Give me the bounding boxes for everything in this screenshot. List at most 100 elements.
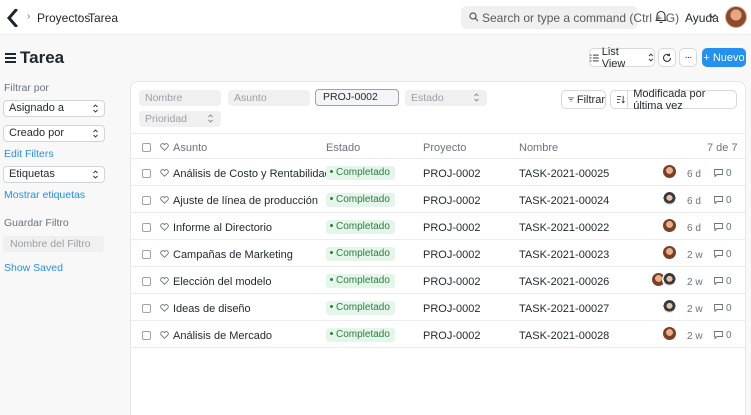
created-by-select[interactable]: Creado por xyxy=(3,125,105,142)
heart-icon[interactable] xyxy=(160,223,169,231)
select-arrows-icon xyxy=(474,93,479,102)
heart-icon[interactable] xyxy=(160,169,169,177)
heart-icon[interactable] xyxy=(160,331,169,339)
task-name: TASK-2021-00022 xyxy=(519,222,610,234)
task-name: TASK-2021-00025 xyxy=(519,168,610,180)
comment-icon xyxy=(714,169,723,177)
row-checkbox[interactable] xyxy=(142,304,151,313)
chevron-down-icon[interactable] xyxy=(709,14,716,19)
row-checkbox[interactable] xyxy=(142,196,151,205)
user-avatar[interactable] xyxy=(725,6,747,28)
row-checkbox[interactable] xyxy=(142,331,151,340)
task-project: PROJ-0002 xyxy=(423,168,481,180)
status-badge: Completado xyxy=(326,193,395,207)
search-icon xyxy=(469,12,479,22)
task-project: PROJ-0002 xyxy=(423,249,481,261)
assignee-avatar[interactable] xyxy=(662,326,677,341)
priority-filter-label: Prioridad xyxy=(145,113,188,125)
row-checkbox[interactable] xyxy=(142,223,151,232)
status-filter-select[interactable]: Estado xyxy=(405,90,487,106)
show-saved-link[interactable]: Show Saved xyxy=(4,262,63,274)
breadcrumb-tarea[interactable]: Tarea xyxy=(88,11,118,25)
row-checkbox[interactable] xyxy=(142,250,151,259)
task-subject[interactable]: Análisis de Costo y Rentabilidad xyxy=(173,168,331,180)
select-arrows-icon xyxy=(93,129,98,138)
task-project: PROJ-0002 xyxy=(423,195,481,207)
list-view-button[interactable]: List View xyxy=(589,46,655,70)
select-arrows-icon xyxy=(93,104,98,113)
column-header-status[interactable]: Estado xyxy=(326,142,360,154)
show-tags-link[interactable]: Mostrar etiquetas xyxy=(4,189,85,201)
sort-button[interactable]: Modificada por última vez xyxy=(610,87,737,112)
task-project: PROJ-0002 xyxy=(423,303,481,315)
filter-name-input[interactable]: Nombre del Filtro xyxy=(3,236,104,252)
notification-bell-icon[interactable] xyxy=(655,10,667,23)
comment-icon xyxy=(714,223,723,231)
sort-divider xyxy=(627,90,628,109)
subject-filter-input[interactable]: Asunto xyxy=(228,90,310,106)
status-badge: Completado xyxy=(326,274,395,288)
column-header-subject[interactable]: Asunto xyxy=(173,142,207,154)
comment-icon xyxy=(714,331,723,339)
task-name: TASK-2021-00026 xyxy=(519,276,610,288)
heart-icon[interactable] xyxy=(160,277,169,285)
task-subject[interactable]: Ajuste de línea de producción xyxy=(173,195,318,207)
edit-filters-link[interactable]: Edit Filters xyxy=(4,148,54,160)
refresh-button[interactable] xyxy=(658,48,676,67)
assignee-avatar[interactable] xyxy=(662,218,677,233)
row-divider xyxy=(131,347,745,348)
search-bar[interactable]: Search or type a command (Ctrl + G) xyxy=(461,6,679,29)
project-filter-input[interactable]: PROJ-0002 xyxy=(315,89,399,106)
assignee-avatar[interactable] xyxy=(662,164,677,179)
row-checkbox[interactable] xyxy=(142,277,151,286)
modified-age: 6 d xyxy=(687,169,701,180)
header-divider xyxy=(130,158,746,159)
task-project: PROJ-0002 xyxy=(423,330,481,342)
task-subject[interactable]: Análisis de Mercado xyxy=(173,330,272,342)
sort-order-icon[interactable] xyxy=(617,95,625,104)
row-checkbox[interactable] xyxy=(142,169,151,178)
sort-label: Modificada por última vez xyxy=(633,87,706,112)
app-logo-icon[interactable] xyxy=(6,9,18,27)
heart-icon[interactable] xyxy=(160,196,169,204)
modified-age: 6 d xyxy=(687,223,701,234)
assignee-avatar[interactable] xyxy=(662,272,677,287)
heart-icon[interactable] xyxy=(160,250,169,258)
comment-icon xyxy=(714,250,723,258)
filter-button[interactable]: Filtrar xyxy=(561,90,606,109)
status-badge: Completado xyxy=(326,220,395,234)
name-filter-input[interactable]: Nombre xyxy=(139,90,221,106)
tags-select[interactable]: Etiquetas xyxy=(3,166,105,183)
more-actions-button[interactable]: ··· xyxy=(679,48,697,67)
heart-icon[interactable] xyxy=(160,143,169,151)
status-badge: Completado xyxy=(326,247,395,261)
task-subject[interactable]: Elección del modelo xyxy=(173,276,271,288)
more-icon: ··· xyxy=(684,52,693,63)
assignee-avatar[interactable] xyxy=(662,191,677,206)
breadcrumb-separator-icon: › xyxy=(27,11,31,22)
column-header-project[interactable]: Proyecto xyxy=(423,142,466,154)
select-all-checkbox[interactable] xyxy=(142,143,151,152)
heart-icon[interactable] xyxy=(160,304,169,312)
column-header-name[interactable]: Nombre xyxy=(519,142,558,154)
filter-divider xyxy=(130,133,746,134)
task-subject[interactable]: Informe al Directorio xyxy=(173,222,272,234)
filter-by-label: Filtrar por xyxy=(4,82,49,94)
assignee-avatar[interactable] xyxy=(662,245,677,260)
row-divider xyxy=(131,212,745,213)
task-subject[interactable]: Campañas de Marketing xyxy=(173,249,293,261)
status-filter-label: Estado xyxy=(411,92,444,104)
list-icon xyxy=(590,54,599,61)
sidebar-toggle-icon[interactable] xyxy=(5,53,16,65)
row-divider xyxy=(131,239,745,240)
new-button[interactable]: + Nuevo xyxy=(702,48,746,67)
search-placeholder: Search or type a command (Ctrl + G) xyxy=(482,11,680,25)
assignee-avatar[interactable] xyxy=(662,299,677,314)
task-name: TASK-2021-00023 xyxy=(519,249,610,261)
list-card xyxy=(130,81,746,415)
priority-filter-select[interactable]: Prioridad xyxy=(139,111,221,127)
select-arrows-icon xyxy=(648,53,654,62)
task-subject[interactable]: Ideas de diseño xyxy=(173,303,251,315)
breadcrumb-proyectos[interactable]: Proyectos xyxy=(37,11,90,25)
assigned-to-select[interactable]: Asignado a xyxy=(3,100,105,117)
